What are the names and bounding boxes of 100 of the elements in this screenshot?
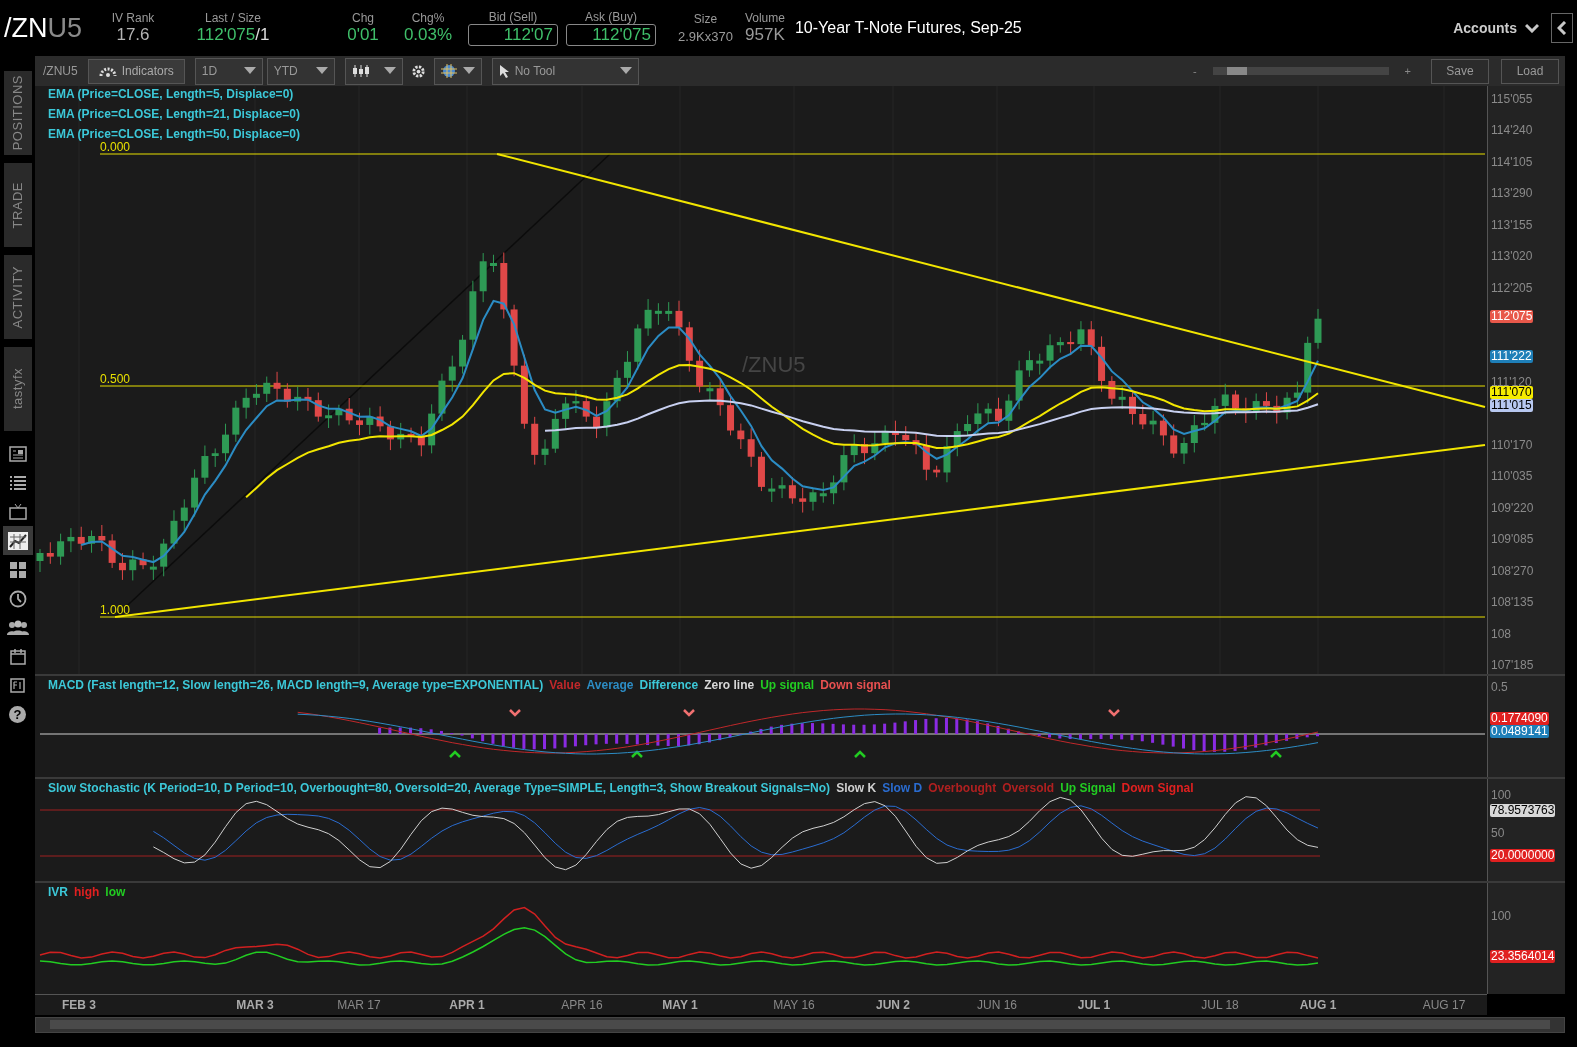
candlestick	[1098, 335, 1106, 393]
range-dropdown[interactable]: YTD	[266, 57, 335, 85]
candlestick	[922, 433, 930, 481]
candlestick	[242, 388, 250, 420]
toolbar-button[interactable]: Save	[1431, 58, 1489, 84]
candlestick	[1046, 333, 1054, 369]
candlestick	[1149, 410, 1157, 435]
date-label: JUN 2	[876, 998, 910, 1012]
indicators-button[interactable]: Indicators	[87, 58, 185, 84]
date-label: MAR 17	[337, 998, 381, 1012]
candlestick	[603, 391, 611, 437]
legend-label: Overbought	[928, 781, 997, 795]
caret-icon	[383, 67, 396, 75]
candlestick	[180, 498, 188, 532]
tool-dropdown[interactable]: No Tool	[491, 57, 639, 85]
candlestick	[98, 524, 106, 552]
zoom-out-button[interactable]: -	[1184, 65, 1205, 77]
candlestick	[1190, 414, 1198, 453]
quote-value: 0.03%	[403, 25, 453, 45]
candlestick-icon	[351, 65, 370, 77]
candlestick	[57, 533, 65, 566]
drawing-tools-dropdown[interactable]	[433, 57, 482, 85]
zoom-slider-thumb[interactable]	[1226, 67, 1247, 75]
candlestick	[1180, 437, 1188, 465]
candlestick	[459, 334, 467, 375]
price-tick: 115'055	[1491, 92, 1533, 106]
study-label: EMA (Price=CLOSE, Length=21, Displace=0)	[48, 107, 300, 121]
candlestick	[118, 552, 126, 581]
sidebar-tab[interactable]: TRADE	[3, 163, 32, 247]
candlestick	[593, 405, 601, 439]
candlestick	[809, 487, 817, 512]
quote-value: 2.9Kx370	[678, 28, 733, 44]
candlestick	[77, 526, 85, 551]
sidebar-tab[interactable]: tastyfx	[3, 347, 32, 431]
candlestick	[716, 378, 724, 417]
candlestick	[1159, 413, 1167, 446]
candlestick	[252, 383, 260, 406]
candlestick	[582, 395, 590, 423]
candlestick	[572, 389, 580, 414]
candlestick	[819, 481, 827, 504]
candlestick	[1242, 397, 1250, 424]
candlestick	[840, 445, 848, 491]
chart-style-dropdown[interactable]	[344, 57, 403, 85]
value-badge: 78.9573763	[1490, 804, 1556, 817]
candlestick	[953, 423, 961, 457]
date-label: AUG 17	[1422, 998, 1466, 1012]
price-tick: 108	[1491, 626, 1512, 641]
price-badge: 112'075	[1490, 310, 1534, 323]
price-tick: 112'205	[1491, 280, 1533, 295]
date-label: MAY 1	[662, 998, 698, 1012]
value-badge: 23.3564014	[1490, 950, 1556, 963]
legend-label: Up signal	[760, 678, 815, 692]
accounts-menu[interactable]: Accounts	[1447, 19, 1545, 37]
price-tick: 108'270	[1491, 563, 1534, 578]
chart-symbol: /ZNU5	[43, 64, 78, 78]
price-tick: 113'020	[1491, 249, 1533, 264]
price-badge: 111'070	[1490, 386, 1533, 399]
candlestick	[1211, 397, 1219, 435]
date-label: FEB 3	[62, 998, 96, 1012]
price-tick: 114'105	[1491, 154, 1533, 169]
zoom-slider[interactable]	[1212, 67, 1389, 75]
quote-field[interactable]: 112'07	[468, 24, 558, 46]
caret-icon	[462, 67, 475, 75]
candlestick	[490, 254, 497, 273]
axis-tick: 0.5	[1491, 680, 1508, 694]
candlestick	[386, 420, 394, 451]
candlestick	[685, 321, 693, 373]
fibonacci-label: 0.000	[100, 140, 131, 154]
candlestick	[871, 431, 879, 461]
candlestick	[1293, 381, 1301, 407]
quote-field[interactable]: 112'075	[566, 24, 656, 46]
candlestick	[232, 400, 240, 443]
legend-label: Difference	[639, 678, 699, 692]
legend-label: MACD (Fast length=12, Slow length=26, MACD length=9, Average type=EXPONENTIAL)	[48, 678, 544, 692]
candlestick	[1252, 393, 1260, 421]
sidebar-tab[interactable]: ACTIVITY	[3, 255, 32, 339]
horizontal-scrollbar[interactable]	[35, 1017, 1565, 1033]
candlestick	[201, 445, 209, 485]
candlestick	[778, 476, 786, 499]
price-tick: 110'035	[1491, 469, 1533, 484]
legend-label: IVR	[48, 885, 68, 899]
legend-label: Slow K	[836, 781, 877, 795]
candlestick	[46, 541, 54, 565]
quote-label: Size	[693, 12, 718, 26]
candlestick	[830, 474, 838, 505]
candlestick	[36, 548, 44, 573]
chart-icon[interactable]	[2, 526, 33, 555]
price-tick: 113'155	[1491, 217, 1533, 232]
legend-label: Slow D	[882, 781, 923, 795]
candlestick	[799, 487, 807, 514]
candlestick	[1283, 391, 1291, 420]
candlestick	[500, 252, 508, 319]
fibonacci-label: 0.500	[100, 372, 131, 386]
toolbar-button[interactable]: Load	[1501, 58, 1559, 84]
interval-dropdown[interactable]: 1D	[194, 57, 263, 85]
zoom-in-button[interactable]: +	[1396, 65, 1419, 77]
candlestick	[995, 397, 1002, 427]
candlestick	[1005, 393, 1013, 433]
sidebar-tab[interactable]: POSITIONS	[3, 71, 32, 155]
chevron-left-icon[interactable]	[1551, 13, 1573, 43]
